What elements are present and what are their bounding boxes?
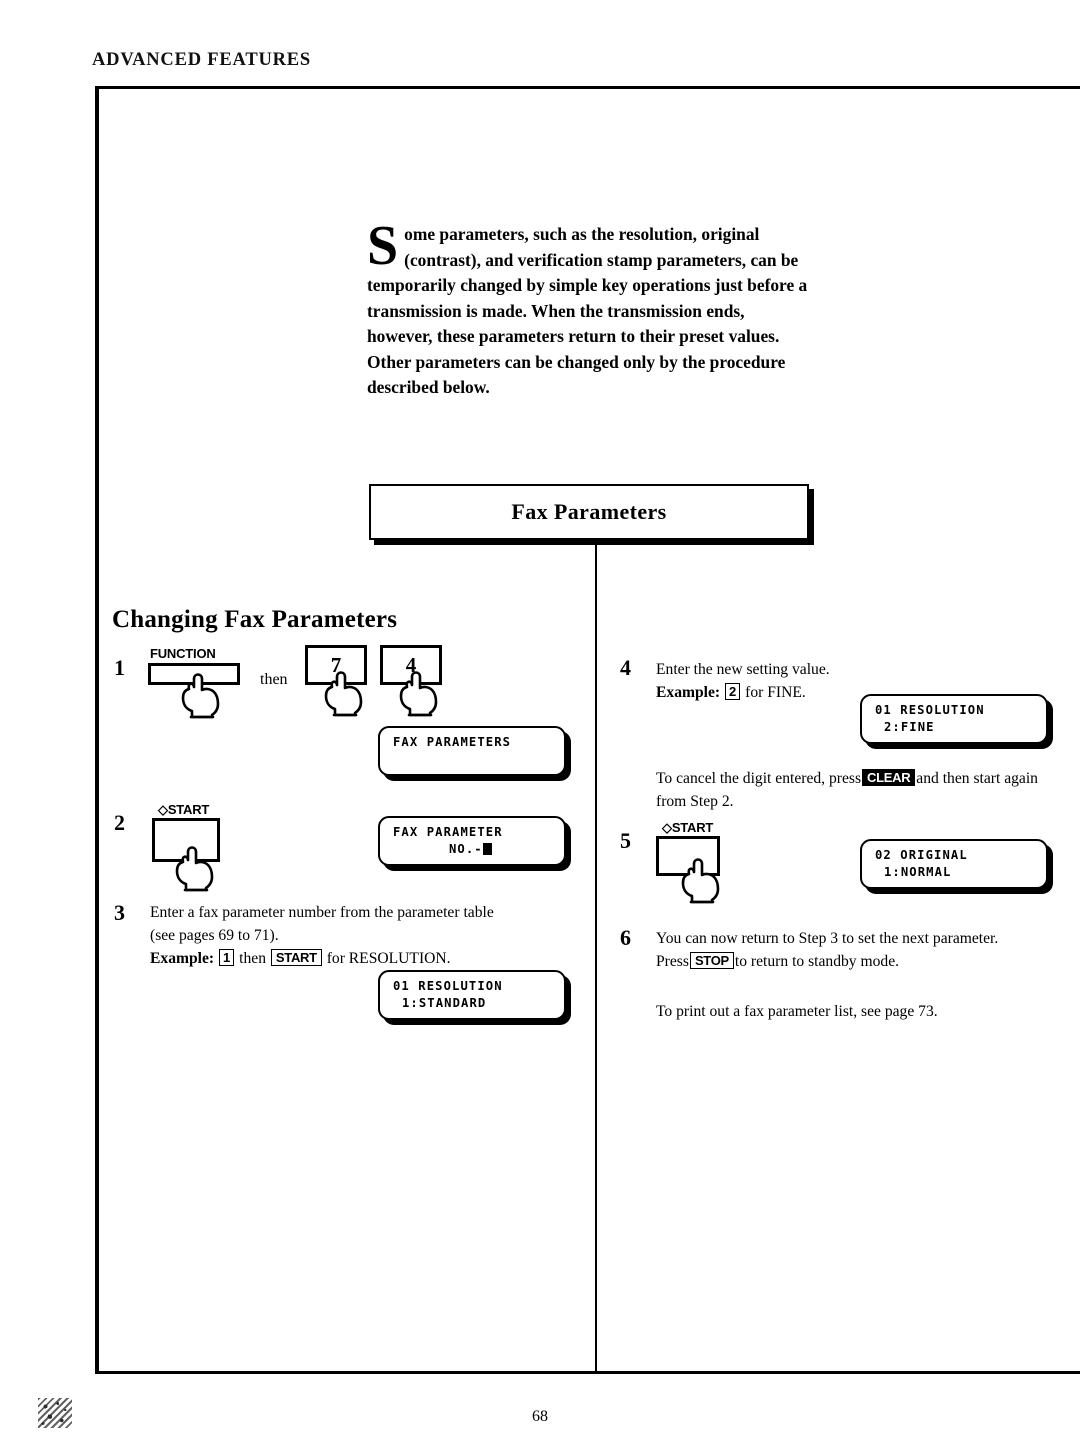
- step-6-text: You can now return to Step 3 to set the …: [656, 927, 1068, 973]
- start-key-step-2[interactable]: ◇START: [152, 802, 220, 892]
- page-title: Changing Fax Parameters: [112, 606, 398, 633]
- step-1-then-word: then: [260, 671, 288, 688]
- pointing-hand-icon: [181, 673, 220, 719]
- closing-note: To print out a fax parameter list, see p…: [656, 1003, 938, 1020]
- lcd-body: FAX PARAMETERS: [378, 726, 566, 776]
- page-number: 68: [532, 1408, 548, 1425]
- function-key-label: FUNCTION: [150, 646, 216, 661]
- pointing-hand-icon: [399, 671, 438, 717]
- numeric-key-7[interactable]: 7: [305, 645, 367, 717]
- start-key-label: ◇START: [662, 820, 713, 836]
- title-box-label: Fax Parameters: [511, 499, 667, 524]
- step-6-line-2-pre: Press: [656, 953, 689, 970]
- lcd-line-1: 02 ORIGINAL: [875, 848, 968, 862]
- step-4-line-1: Enter the new setting value.: [656, 661, 830, 678]
- intro-paragraph-text: ome parameters, such as the resolution, …: [367, 224, 808, 397]
- lcd-line-1: 01 RESOLUTION: [393, 979, 503, 993]
- step-3-line-1: Enter a fax parameter number from the pa…: [150, 904, 494, 921]
- lcd-line-2: 1:STANDARD: [402, 996, 487, 1010]
- step-4-number: 4: [620, 655, 631, 680]
- start-key-text: START: [167, 802, 210, 817]
- lcd-line-1: 01 RESOLUTION: [875, 703, 985, 717]
- lcd-line-2: 2:FINE: [884, 720, 935, 734]
- step-3-example: Example: 1 then START for RESOLUTION.: [150, 947, 570, 970]
- step-3-example-then: then: [239, 950, 267, 967]
- inline-key-start[interactable]: START: [270, 949, 322, 966]
- running-header: ADVANCED FEATURES: [92, 50, 312, 70]
- lcd-line-1: FAX PARAMETER: [393, 825, 503, 839]
- cancel-note-pre: To cancel the digit entered, press: [656, 770, 862, 787]
- step-3-text: Enter a fax parameter number from the pa…: [150, 901, 570, 970]
- lcd-display-step-2: FAX PARAMETER NO.-: [378, 816, 571, 871]
- lcd-cursor-block: [482, 843, 492, 855]
- inline-key-2[interactable]: 2: [725, 683, 741, 700]
- start-diamond-icon: ◇: [662, 820, 672, 835]
- intro-paragraph: Some parameters, such as the resolution,…: [367, 215, 812, 401]
- start-key-step-5[interactable]: ◇START: [656, 820, 720, 904]
- step-6-line-2: Press STOP to return to standby mode.: [656, 950, 1068, 973]
- intro-drop-cap: S: [367, 215, 399, 277]
- step-1-number: 1: [114, 655, 125, 680]
- column-divider: [595, 540, 597, 1374]
- lcd-display-step-3: 01 RESOLUTION 1:STANDARD: [378, 970, 571, 1025]
- lcd-display-step-4: 01 RESOLUTION 2:FINE: [860, 694, 1053, 749]
- step-2-number: 2: [114, 810, 125, 835]
- function-key[interactable]: FUNCTION: [148, 646, 240, 719]
- lcd-display-step-5: 02 ORIGINAL 1:NORMAL: [860, 839, 1053, 894]
- lcd-display-step-1: FAX PARAMETERS: [378, 726, 571, 781]
- numeric-key-4[interactable]: 4: [380, 645, 442, 717]
- inline-key-clear[interactable]: CLEAR: [862, 769, 916, 786]
- inline-key-stop[interactable]: STOP: [689, 952, 734, 969]
- step-4-example-label: Example:: [656, 684, 721, 701]
- start-key-text: START: [671, 820, 714, 835]
- title-box-body: Fax Parameters: [369, 484, 809, 540]
- step-3-example-tail: for RESOLUTION.: [326, 950, 451, 967]
- lcd-line-2: 1:NORMAL: [884, 865, 952, 879]
- pointing-hand-icon: [175, 846, 214, 892]
- step-6-line-2-post: to return to standby mode.: [734, 953, 900, 970]
- start-diamond-icon: ◇: [158, 802, 168, 817]
- step-3-example-label: Example:: [150, 950, 215, 967]
- step-3-number: 3: [114, 900, 125, 925]
- lcd-line-1: FAX PARAMETERS: [393, 735, 512, 749]
- lcd-body: FAX PARAMETER NO.-: [378, 816, 566, 866]
- fax-parameters-title-box: Fax Parameters: [369, 484, 814, 545]
- step-5-number: 5: [620, 828, 631, 853]
- inline-key-1[interactable]: 1: [219, 949, 235, 966]
- start-key-label: ◇START: [158, 802, 209, 818]
- step-6-number: 6: [620, 925, 631, 950]
- lcd-line-2-text: NO.-: [449, 842, 483, 856]
- pointing-hand-icon: [324, 671, 363, 717]
- lcd-body: 01 RESOLUTION 2:FINE: [860, 694, 1048, 744]
- pointing-hand-icon: [681, 858, 720, 904]
- lcd-line-2: NO.-: [393, 841, 564, 858]
- lcd-body: 01 RESOLUTION 1:STANDARD: [378, 970, 566, 1020]
- step-4-example-tail: for FINE.: [745, 684, 806, 701]
- lcd-body: 02 ORIGINAL 1:NORMAL: [860, 839, 1048, 889]
- step-4-cancel-note: To cancel the digit entered, press CLEAR a…: [656, 767, 1068, 813]
- step-3-line-2: (see pages 69 to 71).: [150, 927, 279, 944]
- step-6-line-1: You can now return to Step 3 to set the …: [656, 930, 999, 947]
